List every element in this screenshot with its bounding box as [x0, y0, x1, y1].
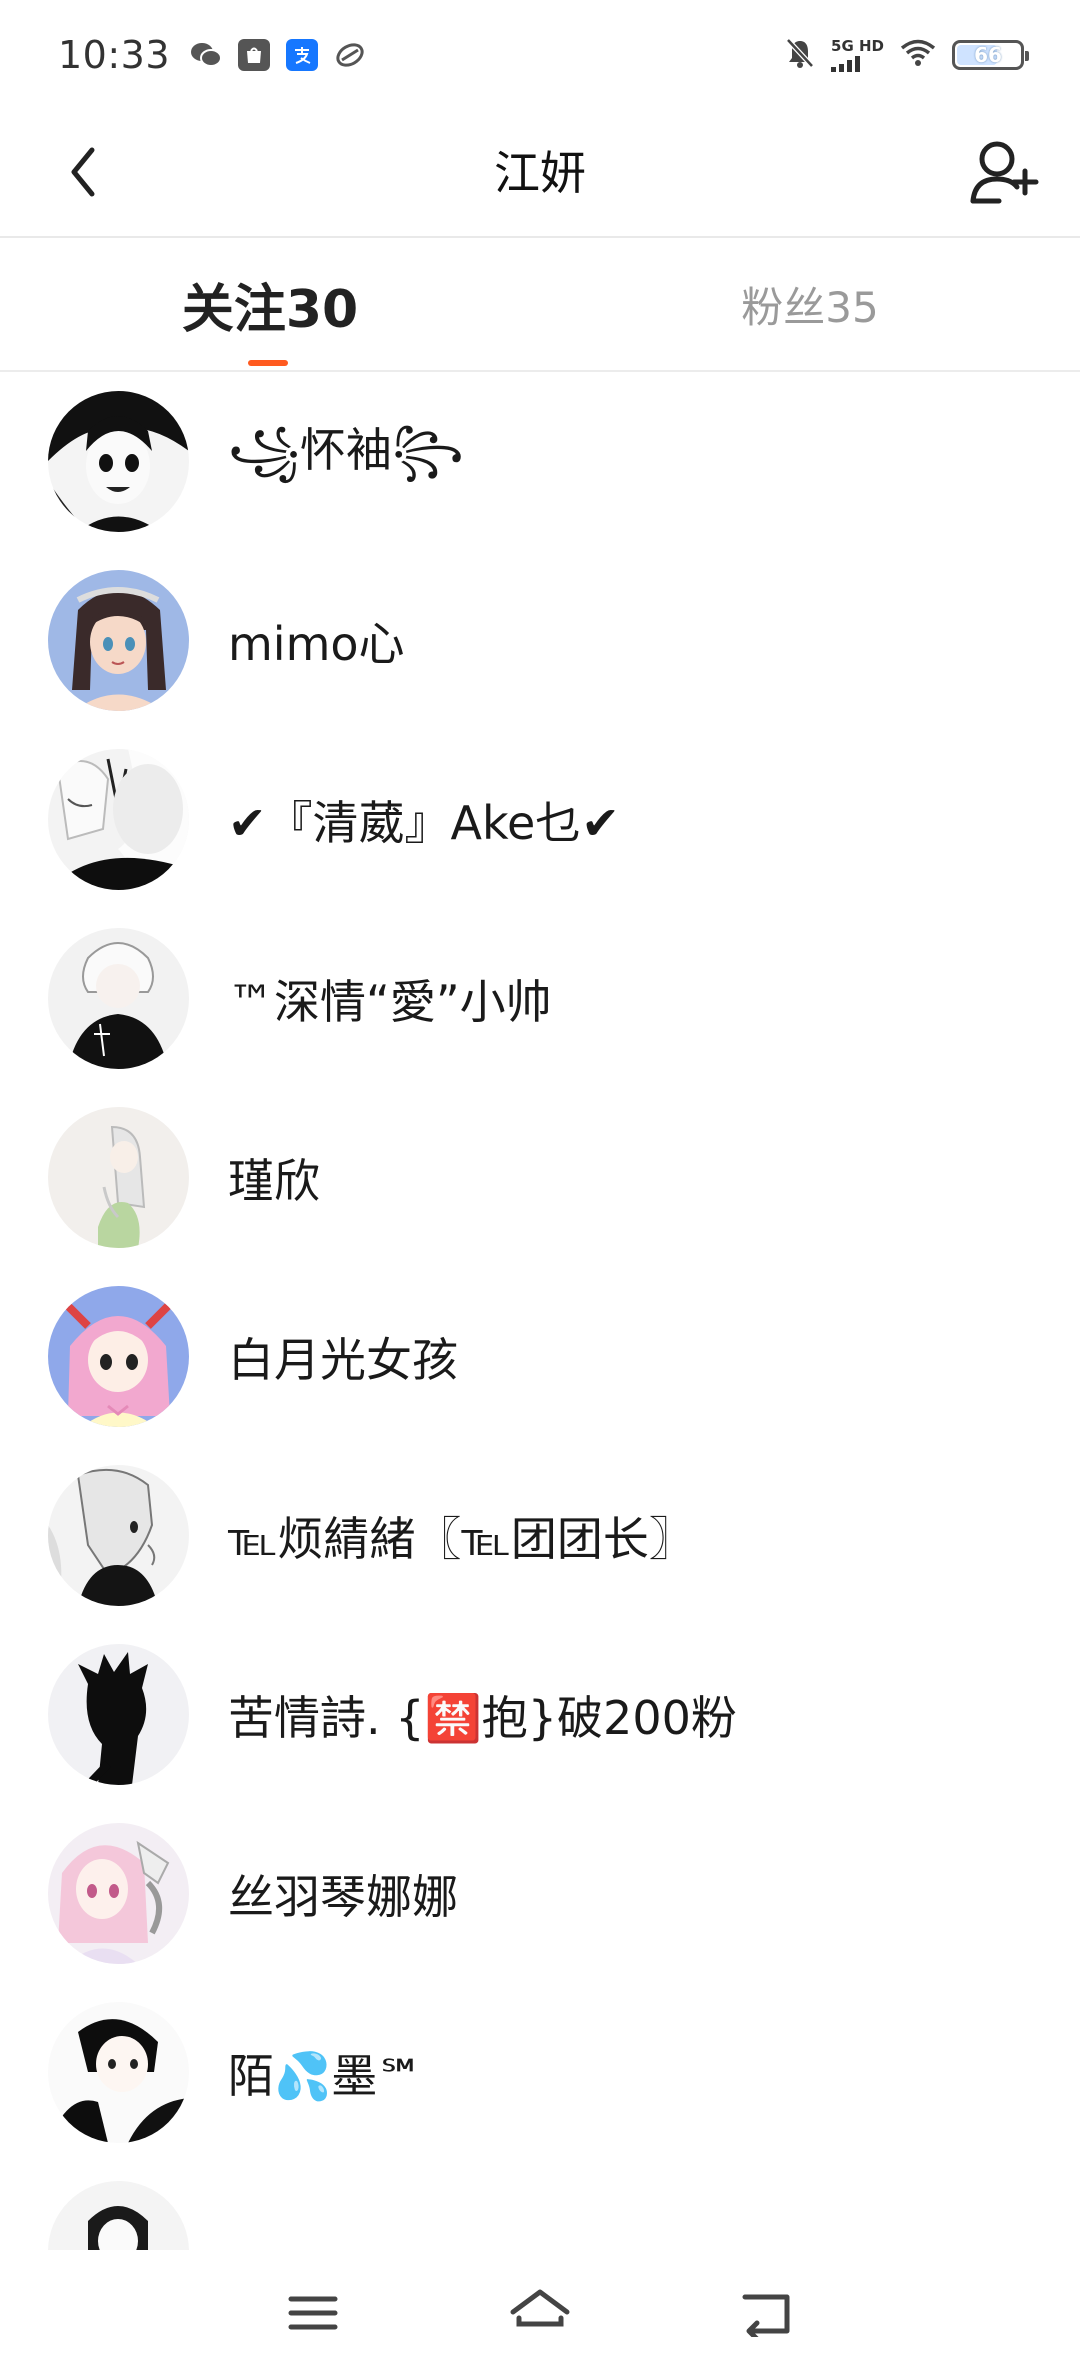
bell-muted-icon [785, 37, 815, 73]
list-item[interactable]: 白月光女孩 [0, 1267, 1080, 1446]
list-item[interactable]: ℡烦綪緒〖℡团团长〗 [0, 1446, 1080, 1625]
avatar[interactable] [48, 749, 189, 890]
user-name: 苦情詩. {🈲抱}破200粉 [228, 1690, 737, 1745]
list-item[interactable]: 陌💦墨℠ [0, 1983, 1080, 2162]
tab-followers[interactable]: 粉丝35 [660, 238, 960, 370]
battery-icon: 66 [952, 40, 1029, 70]
back-icon [742, 2294, 790, 2337]
user-name: ™深情“愛”小帅 [228, 974, 552, 1029]
page-title: 江妍 [494, 146, 586, 200]
user-name: ✔『清葳』Ake乜✔ [228, 795, 620, 850]
avatar[interactable] [48, 391, 189, 532]
wechat-icon [190, 39, 223, 71]
notification-icons [190, 39, 366, 71]
tab-following[interactable]: 关注30 [120, 238, 420, 370]
avatar[interactable] [48, 1286, 189, 1427]
wifi-icon [900, 39, 936, 71]
list-item[interactable]: 瑾欣 [0, 1088, 1080, 1267]
home-icon [510, 2289, 570, 2327]
home-button[interactable] [495, 2268, 585, 2358]
user-name: 陌💦墨℠ [228, 2048, 425, 2103]
menu-button[interactable] [268, 2268, 358, 2358]
battery-level: 66 [974, 43, 1002, 67]
avatar[interactable] [48, 1823, 189, 1964]
active-tab-indicator [248, 360, 288, 366]
signal-icon: 5G HD [831, 36, 884, 72]
add-user-button[interactable] [964, 132, 1044, 212]
shopping-bag-icon [238, 39, 271, 71]
user-name: 丝羽琴娜娜 [228, 1869, 458, 1924]
avatar[interactable] [48, 2181, 189, 2250]
tab-followers-label: 粉丝35 [741, 282, 879, 332]
network-type: 5G HD [831, 36, 884, 55]
avatar[interactable] [48, 928, 189, 1069]
list-item[interactable]: ✔『清葳』Ake乜✔ [0, 730, 1080, 909]
user-name: 瑾欣 [228, 1153, 320, 1208]
avatar[interactable] [48, 570, 189, 711]
system-status: 5G HD 66 [785, 36, 1029, 73]
add-user-icon [970, 141, 1039, 204]
list-item[interactable]: 丝羽琴娜娜 [0, 1804, 1080, 1983]
alipay-icon [286, 39, 319, 71]
system-navigation-bar [0, 2250, 1080, 2376]
status-bar: 10:33 5G HD 66 [0, 0, 1080, 110]
menu-icon [288, 2296, 338, 2330]
list-item[interactable]: ™深情“愛”小帅 [0, 909, 1080, 1088]
cloud-app-icon [334, 39, 366, 71]
following-list[interactable]: ꧁怀袖꧂ mimo心 ✔『清葳』Ake乜✔ ™深情“愛”小帅 瑾欣 白月光女孩 … [0, 372, 1080, 2250]
user-name: mimo心 [228, 616, 405, 671]
avatar[interactable] [48, 2002, 189, 2143]
status-time: 10:33 [58, 33, 171, 77]
tab-following-label: 关注30 [181, 279, 359, 340]
avatar[interactable] [48, 1644, 189, 1785]
list-item[interactable]: mimo心 [0, 551, 1080, 730]
avatar[interactable] [48, 1107, 189, 1248]
header: 江妍 [0, 110, 1080, 238]
screen: 10:33 5G HD 66 江妍 关注30 粉丝35 ꧁怀袖꧂ mimo心 ✔… [0, 0, 1080, 2376]
user-name: ꧁怀袖꧂ [228, 423, 464, 477]
list-item[interactable]: 苦情詩. {🈲抱}破200粉 [0, 1625, 1080, 1804]
user-name: 白月光女孩 [228, 1332, 458, 1387]
list-item[interactable] [0, 2162, 1080, 2250]
follow-tabs: 关注30 粉丝35 [0, 238, 1080, 372]
user-name: ℡烦綪緒〖℡团团长〗 [228, 1511, 695, 1566]
list-item[interactable]: ꧁怀袖꧂ [0, 372, 1080, 551]
avatar[interactable] [48, 1465, 189, 1606]
back-nav-button[interactable] [722, 2268, 812, 2358]
